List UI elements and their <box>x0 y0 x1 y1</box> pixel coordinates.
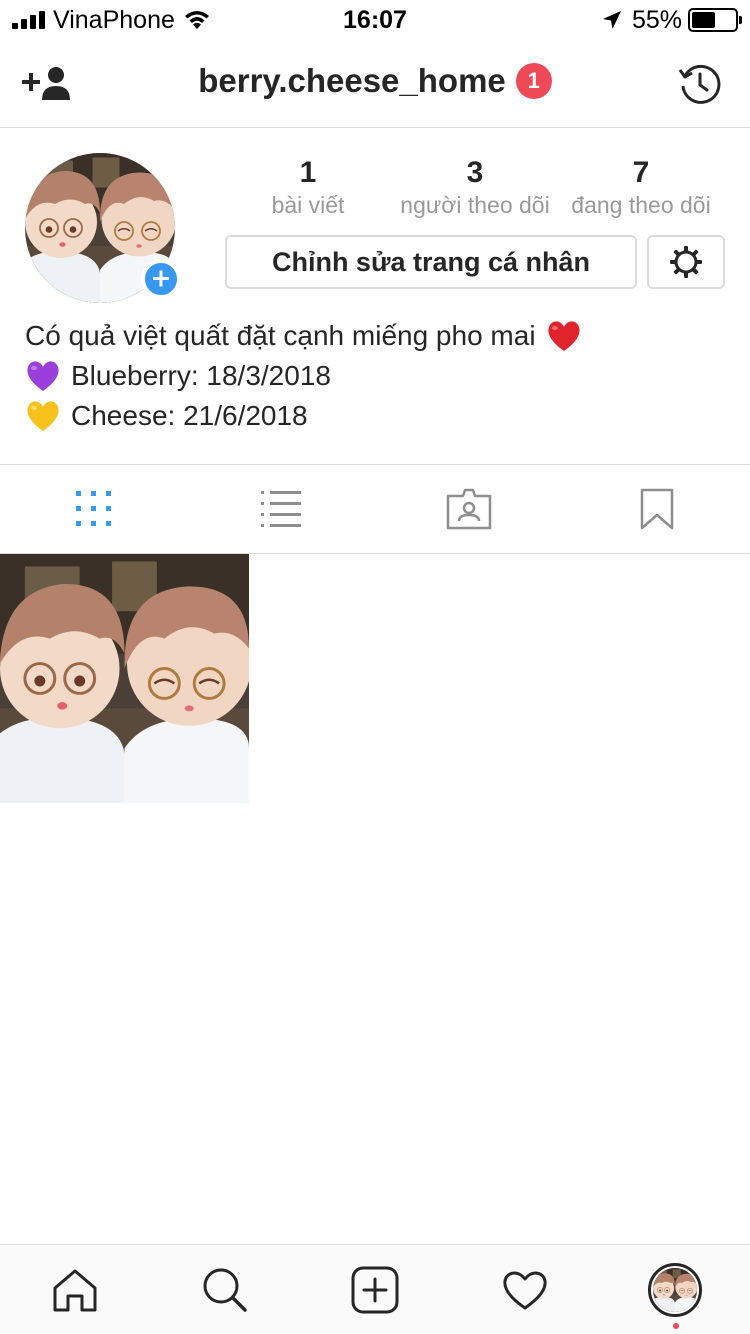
nav-new-post[interactable] <box>300 1245 450 1334</box>
bio-line-1: Có quả việt quất đặt cạnh miếng pho mai <box>25 316 725 356</box>
bio-line-2: Blueberry: 18/3/2018 <box>25 356 725 396</box>
stat-posts[interactable]: 1 bài viết <box>253 155 363 219</box>
stat-followers[interactable]: 3 người theo dõi <box>393 155 557 219</box>
bio-text-3: Cheese: 21/6/2018 <box>71 400 308 431</box>
purple-heart-icon <box>27 361 59 391</box>
profile-tabs <box>0 464 750 554</box>
new-post-icon <box>351 1266 399 1314</box>
followers-label: người theo dõi <box>400 192 550 218</box>
activity-heart-icon <box>503 1271 547 1310</box>
battery-percent: 55% <box>631 5 682 34</box>
profile-stats: 1 bài viết 3 người theo dõi 7 đang theo … <box>215 155 745 225</box>
bio-line-3: Cheese: 21/6/2018 <box>25 396 725 436</box>
posts-label: bài viết <box>271 192 345 218</box>
stat-following[interactable]: 7 đang theo dõi <box>565 155 717 219</box>
tab-list[interactable] <box>187 465 374 553</box>
activity-dot <box>673 1323 679 1329</box>
profile-username: berry.cheese_home <box>198 62 506 99</box>
username-switcher[interactable]: berry.cheese_home 1 <box>0 62 750 100</box>
nav-home[interactable] <box>0 1245 150 1334</box>
tab-tagged[interactable] <box>375 465 562 553</box>
post-thumbnail[interactable] <box>0 554 249 803</box>
nav-profile[interactable] <box>600 1245 750 1334</box>
list-icon <box>260 491 301 527</box>
tagged-icon <box>446 488 491 530</box>
posts-count: 1 <box>299 156 317 189</box>
nav-search[interactable] <box>150 1245 300 1334</box>
profile-avatar <box>648 1263 702 1317</box>
bio-text-1: Có quả việt quất đặt cạnh miếng pho mai <box>25 320 536 351</box>
following-label: đang theo dõi <box>571 192 711 218</box>
home-icon <box>53 1269 97 1312</box>
gear-icon <box>670 246 702 278</box>
status-right: 55% <box>602 5 742 34</box>
post-photo <box>0 554 249 803</box>
profile-bio: Có quả việt quất đặt cạnh miếng pho mai … <box>25 316 725 436</box>
add-story-button[interactable] <box>141 259 181 299</box>
followers-count: 3 <box>466 156 484 189</box>
tab-grid[interactable] <box>0 465 187 553</box>
status-bar: VinaPhone 16:07 55% <box>0 0 750 40</box>
search-icon <box>203 1268 247 1312</box>
archive-button[interactable] <box>672 60 728 108</box>
battery-icon <box>688 8 742 32</box>
history-icon <box>678 64 721 104</box>
tab-saved[interactable] <box>563 465 750 553</box>
nav-profile-photo <box>653 1268 697 1312</box>
settings-button[interactable] <box>647 235 725 289</box>
notification-badge: 1 <box>515 63 552 99</box>
bottom-nav <box>0 1244 750 1334</box>
yellow-heart-icon <box>27 401 59 431</box>
battery-level <box>692 12 716 28</box>
nav-activity[interactable] <box>450 1245 600 1334</box>
red-heart-icon <box>548 321 580 351</box>
grid-icon <box>75 491 111 526</box>
edit-profile-button[interactable]: Chỉnh sửa trang cá nhân <box>225 235 637 289</box>
bio-text-2: Blueberry: 18/3/2018 <box>71 360 331 391</box>
profile-header: berry.cheese_home 1 <box>0 40 750 128</box>
following-count: 7 <box>632 156 650 189</box>
bookmark-icon <box>640 488 673 530</box>
plus-icon <box>153 270 169 287</box>
profile-avatar-wrap[interactable] <box>25 153 181 303</box>
location-arrow-icon <box>602 11 621 29</box>
